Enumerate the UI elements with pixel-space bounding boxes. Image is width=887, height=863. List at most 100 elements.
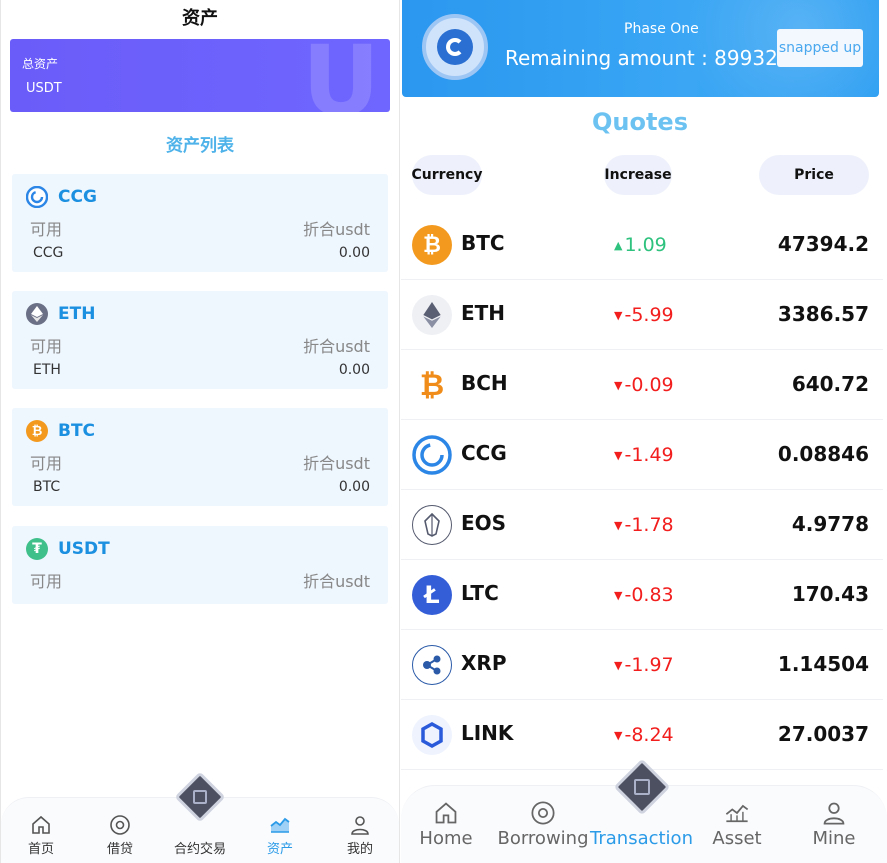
target-icon bbox=[531, 801, 555, 825]
tab-home[interactable]: 首页 bbox=[1, 814, 81, 857]
quote-row-eos[interactable]: EOS ▼ -1.78 4.9778 bbox=[401, 490, 883, 560]
snapped-up-button[interactable]: snapped up bbox=[777, 29, 863, 67]
tab-label: Transaction bbox=[590, 828, 693, 849]
quote-price: 1.14504 bbox=[777, 652, 869, 676]
tab-label: 资产 bbox=[266, 842, 293, 857]
quote-price: 4.9778 bbox=[791, 512, 869, 536]
quote-symbol: XRP bbox=[461, 651, 507, 675]
asset-card-btc[interactable]: ₿ BTC 可用 折合usdt BTC 0.00 bbox=[12, 408, 388, 506]
quote-change: ▼ -1.78 bbox=[614, 514, 674, 536]
asset-name: CCG bbox=[58, 187, 97, 207]
down-arrow-icon: ▼ bbox=[614, 308, 623, 322]
tab-mine[interactable]: Mine bbox=[784, 800, 884, 849]
xrp-coin-icon bbox=[412, 645, 452, 685]
asset-card-ccg[interactable]: CCG 可用 折合usdt CCG 0.00 bbox=[12, 174, 388, 272]
column-price[interactable]: Price bbox=[759, 155, 869, 195]
quote-row-eth[interactable]: ETH ▼ -5.99 3386.57 bbox=[401, 280, 883, 350]
bch-coin-icon: ₿ bbox=[419, 367, 445, 403]
btc-coin-icon: ₿ bbox=[412, 225, 452, 265]
btc-coin-icon: ₿ bbox=[26, 420, 48, 442]
tab-borrowing[interactable]: Borrowing bbox=[493, 800, 593, 849]
down-arrow-icon: ▼ bbox=[614, 448, 623, 462]
quote-symbol: BTC bbox=[461, 231, 505, 255]
quote-change: ▼ -0.09 bbox=[614, 374, 674, 396]
quote-symbol: LTC bbox=[461, 581, 499, 605]
down-arrow-icon: ▼ bbox=[614, 518, 623, 532]
down-arrow-icon: ▼ bbox=[614, 378, 623, 392]
quote-price: 0.08846 bbox=[777, 442, 869, 466]
column-increase[interactable]: Increase bbox=[604, 155, 672, 195]
asset-sub-name: ETH bbox=[33, 362, 61, 378]
asset-value: 0.00 bbox=[338, 245, 370, 261]
asset-sub-name: CCG bbox=[33, 245, 64, 261]
quotes-title: Quotes bbox=[591, 108, 688, 136]
tab-label: Home bbox=[419, 828, 473, 849]
total-asset-card: 总资产 USDT U bbox=[10, 39, 390, 112]
available-label: 可用 bbox=[30, 337, 63, 356]
asset-value: 0.00 bbox=[338, 362, 370, 378]
quote-row-ltc[interactable]: Ł LTC ▼ -0.83 170.43 bbox=[401, 560, 883, 630]
tab-mine[interactable]: 我的 bbox=[320, 814, 399, 857]
convert-label: 折合usdt bbox=[303, 454, 370, 473]
down-arrow-icon: ▼ bbox=[614, 658, 623, 672]
chart-icon bbox=[270, 817, 290, 833]
tab-label: 首页 bbox=[27, 842, 54, 857]
tab-loan[interactable]: 借贷 bbox=[80, 814, 160, 857]
quote-price: 170.43 bbox=[791, 582, 869, 606]
available-label: 可用 bbox=[30, 454, 63, 473]
watermark-u: U bbox=[302, 39, 380, 112]
quote-price: 47394.2 bbox=[777, 232, 869, 256]
asset-card-eth[interactable]: ETH 可用 折合usdt ETH 0.00 bbox=[12, 291, 388, 389]
home-icon bbox=[32, 815, 50, 834]
project-logo-icon bbox=[422, 14, 488, 80]
tab-home[interactable]: Home bbox=[401, 800, 496, 849]
convert-label: 折合usdt bbox=[303, 337, 370, 356]
asset-sub-name: BTC bbox=[33, 479, 61, 495]
quote-change: ▼ -0.83 bbox=[614, 584, 674, 606]
usdt-coin-icon: ₮ bbox=[26, 538, 48, 560]
quote-price: 640.72 bbox=[791, 372, 869, 396]
quote-change: ▼ -5.99 bbox=[614, 304, 674, 326]
tab-label: 我的 bbox=[346, 842, 373, 857]
tab-asset[interactable]: 资产 bbox=[240, 814, 320, 857]
column-currency[interactable]: Currency bbox=[412, 155, 482, 195]
convert-label: 折合usdt bbox=[303, 220, 370, 239]
quote-change: ▼ -1.97 bbox=[614, 654, 674, 676]
ccg-coin-icon bbox=[26, 186, 48, 208]
tab-asset[interactable]: Asset bbox=[687, 800, 787, 849]
quote-row-btc[interactable]: ₿ BTC ▲ 1.09 47394.2 bbox=[401, 210, 883, 280]
chart-icon bbox=[725, 804, 749, 823]
quote-symbol: BCH bbox=[461, 371, 508, 395]
phase-label: Phase One bbox=[624, 21, 699, 37]
asset-name: BTC bbox=[58, 421, 96, 441]
quote-row-bch[interactable]: ₿ BCH ▼ -0.09 640.72 bbox=[401, 350, 883, 420]
quote-price: 27.0037 bbox=[777, 722, 869, 746]
asset-card-usdt[interactable]: ₮ USDT 可用 折合usdt bbox=[12, 526, 388, 604]
quote-symbol: EOS bbox=[461, 511, 507, 535]
total-asset-unit: USDT bbox=[26, 81, 62, 96]
quote-price: 3386.57 bbox=[777, 302, 869, 326]
link-coin-icon bbox=[412, 715, 452, 755]
convert-label: 折合usdt bbox=[303, 572, 370, 591]
quote-symbol: ETH bbox=[461, 301, 506, 325]
phase-banner: Phase One Remaining amount : 899327 snap… bbox=[402, 0, 879, 97]
ltc-coin-icon: Ł bbox=[412, 575, 452, 615]
tab-label: 借贷 bbox=[106, 842, 133, 857]
eth-coin-icon bbox=[26, 303, 48, 325]
asset-name: ETH bbox=[58, 304, 96, 324]
down-arrow-icon: ▼ bbox=[614, 588, 623, 602]
remaining-amount: Remaining amount : 899327 bbox=[505, 46, 791, 70]
user-icon bbox=[351, 816, 369, 835]
quote-row-xrp[interactable]: XRP ▼ -1.97 1.14504 bbox=[401, 630, 883, 700]
user-icon bbox=[823, 802, 845, 825]
total-asset-label: 总资产 bbox=[22, 57, 59, 71]
asset-name: USDT bbox=[58, 539, 110, 559]
quote-row-ccg[interactable]: CCG ▼ -1.49 0.08846 bbox=[401, 420, 883, 490]
quote-change: ▼ -8.24 bbox=[614, 724, 674, 746]
quote-symbol: CCG bbox=[461, 441, 507, 465]
quote-change: ▼ -1.49 bbox=[614, 444, 674, 466]
asset-screen: 资产 总资产 USDT U 资产列表 CCG 可用 折合usdt CCG 0.00 … bbox=[0, 0, 400, 863]
ccg-coin-icon bbox=[412, 435, 452, 475]
quote-symbol: LINK bbox=[461, 721, 514, 745]
tab-label: Asset bbox=[712, 828, 762, 849]
